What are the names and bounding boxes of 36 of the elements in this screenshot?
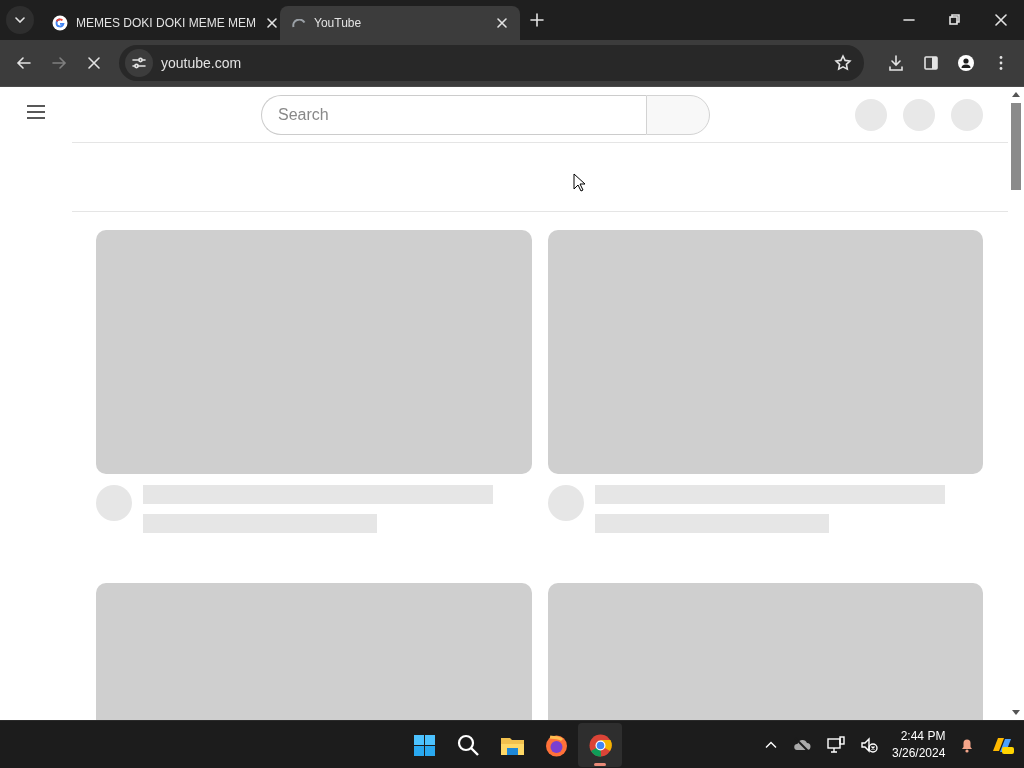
caret-icon — [15, 17, 25, 23]
close-tab-button[interactable] — [264, 15, 280, 31]
search-field[interactable]: Search — [261, 94, 646, 135]
tab-title: MEMES DOKI DOKI MEME MEM — [76, 15, 256, 32]
site-settings-icon[interactable] — [131, 55, 147, 71]
scroll-down-icon[interactable] — [1012, 710, 1020, 715]
menu-icon[interactable] — [26, 104, 46, 120]
restore-icon — [949, 14, 961, 26]
browser-tab[interactable]: YouTube — [280, 6, 520, 40]
forward-icon — [49, 54, 68, 72]
chrome-icon — [587, 732, 613, 758]
tab-search-button[interactable] — [6, 6, 34, 34]
url-text: youtube.com — [161, 53, 243, 73]
time-text: 2:44 PM — [899, 728, 946, 745]
close-tab-button[interactable] — [494, 15, 510, 31]
search-icon — [455, 732, 481, 758]
new-tab-button[interactable] — [530, 13, 544, 27]
bookmark-star-icon[interactable] — [834, 54, 852, 72]
avatar-placeholder — [96, 485, 132, 521]
back-icon — [14, 54, 33, 72]
clock[interactable]: 2:44 PM 3/26/2024 — [888, 728, 950, 761]
taskbar-app-button[interactable] — [578, 723, 622, 767]
close-icon — [264, 15, 280, 31]
avatar-placeholder — [548, 485, 584, 521]
scroll-up-icon[interactable] — [1012, 92, 1020, 97]
address-bar[interactable]: youtube.com — [119, 45, 864, 81]
chevron-up-icon — [764, 740, 778, 749]
scrollbar-thumb[interactable] — [1011, 103, 1021, 190]
windows-logo-icon — [411, 732, 437, 758]
browser-tab[interactable]: MEMES DOKI DOKI MEME MEM — [40, 6, 280, 40]
plus-icon — [530, 13, 544, 27]
mouse-cursor-icon — [573, 173, 585, 193]
date-text: 3/26/2024 — [892, 744, 946, 761]
close-icon — [494, 15, 510, 31]
close-icon — [995, 14, 1007, 26]
tab-title: YouTube — [314, 15, 363, 32]
